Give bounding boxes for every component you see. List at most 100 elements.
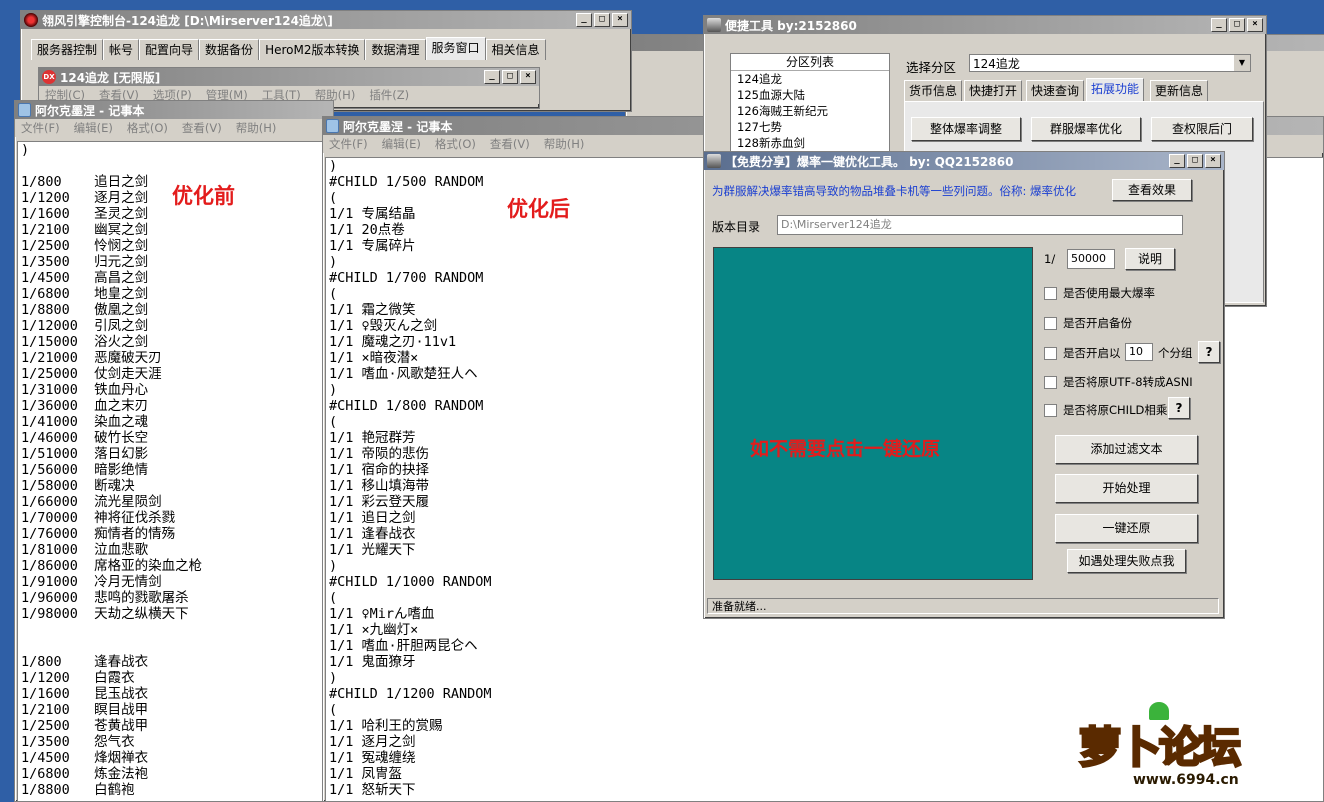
- use-max-rate-label: 是否使用最大爆率: [1063, 286, 1155, 300]
- text-line: 1/1 嗜血·肝胆两昆仑ヘ: [329, 638, 478, 654]
- text-line: 1/2100 幽冥之剑: [21, 222, 149, 238]
- multiply-child-checkbox[interactable]: 是否将原CHILD相乘: [1044, 402, 1167, 418]
- engine-console-title: 翎风引擎控制台-124追龙 [D:\Mirserver124追龙\]: [42, 13, 333, 28]
- text-line: 1/21000 恶魔破天刃: [21, 350, 162, 366]
- check-backdoor-button[interactable]: 查权限后门: [1151, 117, 1253, 141]
- ratio-input[interactable]: 50000: [1067, 249, 1115, 269]
- tab-engine-3[interactable]: 数据备份: [199, 39, 260, 60]
- convert-utf8-label: 是否将原UTF-8转成ASNI: [1063, 375, 1193, 389]
- tab-engine-7[interactable]: 相关信息: [485, 39, 546, 60]
- partition-select-value: 124追龙: [973, 57, 1020, 71]
- quick-tool-titlebar[interactable]: 便捷工具 by:2152860 _ □ ×: [704, 16, 1266, 34]
- menu-item[interactable]: 查看(V): [182, 120, 222, 136]
- text-line: 1/66000 流光星陨剑: [21, 494, 162, 510]
- group-suffix-label: 个分组: [1158, 346, 1193, 360]
- add-filter-text-button[interactable]: 添加过滤文本: [1055, 435, 1198, 464]
- tab-engine-4[interactable]: HeroM2版本转换: [259, 39, 366, 60]
- version-dir-input[interactable]: D:\Mirserver124追龙: [777, 215, 1183, 235]
- partition-select[interactable]: 124追龙 ▼: [969, 54, 1251, 72]
- start-processing-button[interactable]: 开始处理: [1055, 474, 1198, 503]
- child-help-button[interactable]: ?: [1168, 397, 1190, 419]
- tab-quick-4[interactable]: 更新信息: [1150, 80, 1209, 101]
- text-line: 1/46000 破竹长空: [21, 430, 149, 446]
- partition-item[interactable]: 125血源大陆: [737, 87, 889, 103]
- menu-item[interactable]: 格式(O): [127, 120, 168, 136]
- maximize-icon[interactable]: □: [502, 70, 518, 84]
- checkbox-box[interactable]: [1044, 346, 1057, 360]
- processing-failed-button[interactable]: 如遇处理失败点我: [1067, 549, 1186, 573]
- teal-panel: [713, 247, 1033, 580]
- tab-quick-2[interactable]: 快速查询: [1026, 80, 1085, 101]
- tab-engine-5[interactable]: 数据清理: [365, 39, 426, 60]
- text-line: 1/4500 高昌之剑: [21, 270, 149, 286]
- partition-item[interactable]: 124追龙: [737, 71, 889, 87]
- tab-engine-1[interactable]: 帐号: [103, 39, 140, 60]
- checkbox-box[interactable]: [1044, 375, 1057, 389]
- view-effect-button[interactable]: 查看效果: [1112, 179, 1192, 201]
- minimize-icon[interactable]: _: [576, 13, 592, 27]
- close-icon[interactable]: ×: [1247, 18, 1263, 32]
- use-max-rate-checkbox[interactable]: 是否使用最大爆率: [1044, 285, 1155, 301]
- menu-item[interactable]: 帮助(H): [236, 120, 277, 136]
- notepad-before-menubar: 文件(F) 编辑(E) 格式(O) 查看(V) 帮助(H): [15, 119, 333, 137]
- text-line: 1/56000 暗影绝情: [21, 462, 149, 478]
- tab-quick-3[interactable]: 拓展功能: [1086, 78, 1145, 101]
- minimize-icon[interactable]: _: [484, 70, 500, 84]
- group-count-input[interactable]: 10: [1125, 343, 1153, 361]
- text-line: 1/6800 地皇之剑: [21, 286, 149, 302]
- engine-menu-item[interactable]: 插件(Z): [369, 87, 409, 103]
- partition-item[interactable]: 127七势: [737, 119, 889, 135]
- maximize-icon[interactable]: □: [1229, 18, 1245, 32]
- menu-item[interactable]: 文件(F): [329, 136, 368, 152]
- chevron-down-icon[interactable]: ▼: [1234, 55, 1250, 71]
- optimizer-window: 【免费分享】爆率一键优化工具。 by: QQ2152860 _ □ × 为群服解…: [703, 151, 1225, 619]
- menu-item[interactable]: 文件(F): [21, 120, 60, 136]
- convert-utf8-checkbox[interactable]: 是否将原UTF-8转成ASNI: [1044, 374, 1193, 390]
- tab-quick-0[interactable]: 货币信息: [904, 80, 963, 101]
- menu-item[interactable]: 查看(V): [490, 136, 530, 152]
- menu-item[interactable]: 格式(O): [435, 136, 476, 152]
- partition-item[interactable]: 128新赤血剑: [737, 135, 889, 151]
- optimizer-titlebar[interactable]: 【免费分享】爆率一键优化工具。 by: QQ2152860 _ □ ×: [704, 152, 1224, 170]
- quick-tool-title: 便捷工具 by:2152860: [725, 18, 857, 33]
- close-icon[interactable]: ×: [612, 13, 628, 27]
- menu-item[interactable]: 帮助(H): [544, 136, 585, 152]
- menu-item[interactable]: 编辑(E): [74, 120, 113, 136]
- notepad-icon: [326, 119, 339, 133]
- tool-icon: [707, 18, 721, 32]
- notepad-before-editor[interactable]: ) 1/800 追日之剑 1/1200 逐月之剑 1/1600 圣灵之剑 1/2100…: [17, 141, 333, 801]
- checkbox-box[interactable]: [1044, 403, 1057, 417]
- text-line: [21, 638, 333, 654]
- checkbox-box[interactable]: [1044, 286, 1057, 300]
- tab-engine-6[interactable]: 服务窗口: [425, 37, 486, 60]
- notepad-before-titlebar[interactable]: 阿尔克墨涅 - 记事本: [15, 101, 333, 119]
- engine-console-titlebar[interactable]: 翎风引擎控制台-124追龙 [D:\Mirserver124追龙\] _ □ ×: [21, 11, 631, 29]
- enable-grouping-checkbox[interactable]: 是否开启以: [1044, 345, 1121, 361]
- engine-tab-row: 服务器控制 帐号 配置向导 数据备份 HeroM2版本转换 数据清理 服务窗口 相关信息: [31, 37, 546, 61]
- explain-button[interactable]: 说明: [1125, 248, 1175, 270]
- text-line: 1/1200 白霞衣: [21, 670, 135, 686]
- overall-drop-rate-button[interactable]: 整体爆率调整: [911, 117, 1021, 141]
- enable-backup-checkbox[interactable]: 是否开启备份: [1044, 315, 1132, 331]
- tab-engine-0[interactable]: 服务器控制: [31, 39, 104, 60]
- menu-item[interactable]: 编辑(E): [382, 136, 421, 152]
- text-line: 1/76000 痴情者的情殇: [21, 526, 176, 542]
- close-icon[interactable]: ×: [1205, 154, 1221, 168]
- close-icon[interactable]: ×: [520, 70, 536, 84]
- after-label: 优化后: [507, 197, 570, 221]
- maximize-icon[interactable]: □: [1187, 154, 1203, 168]
- text-line: 1/41000 染血之魂: [21, 414, 149, 430]
- checkbox-box[interactable]: [1044, 316, 1057, 330]
- engine-subwindow-titlebar[interactable]: DX 124追龙 [无限版] _ □ ×: [39, 68, 539, 86]
- minimize-icon[interactable]: _: [1211, 18, 1227, 32]
- partition-item[interactable]: 126海贼王新纪元: [737, 103, 889, 119]
- enable-grouping-label: 是否开启以: [1063, 346, 1121, 360]
- maximize-icon[interactable]: □: [594, 13, 610, 27]
- tab-quick-1[interactable]: 快捷打开: [964, 80, 1023, 101]
- tab-engine-2[interactable]: 配置向导: [139, 39, 200, 60]
- one-click-restore-button[interactable]: 一键还原: [1055, 514, 1198, 543]
- minimize-icon[interactable]: _: [1169, 154, 1185, 168]
- grouping-help-button[interactable]: ?: [1198, 341, 1220, 363]
- text-line: [21, 158, 333, 174]
- group-drop-optimize-button[interactable]: 群服爆率优化: [1031, 117, 1141, 141]
